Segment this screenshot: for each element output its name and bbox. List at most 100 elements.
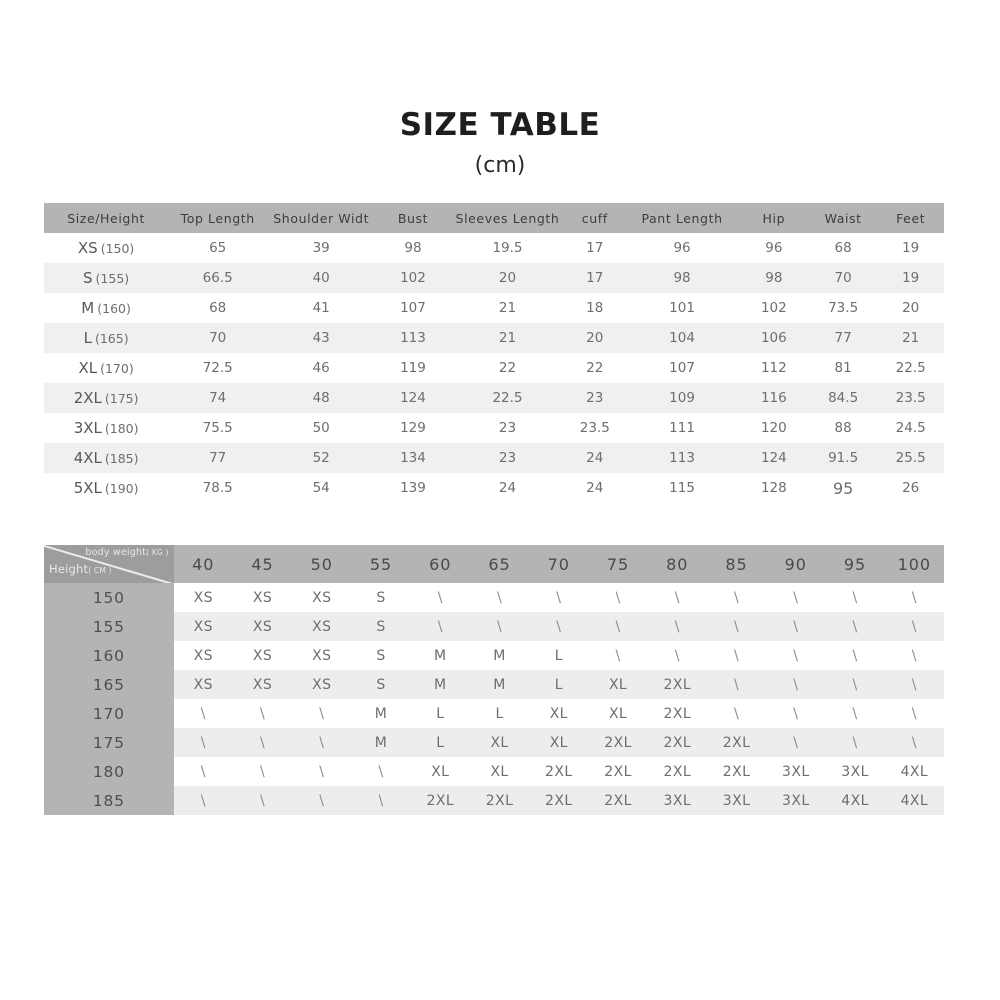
cell-size-height: 2XL (175): [44, 383, 169, 413]
height-axis-unit: ( CM ): [88, 566, 112, 575]
cell-measurement: 70: [168, 323, 268, 353]
cell-not-available: \: [884, 612, 944, 641]
cell-measurement: 102: [375, 263, 451, 293]
cell-measurement: 106: [738, 323, 809, 353]
cell-recommended-size: XL: [469, 757, 530, 786]
cell-recommended-size: XS: [292, 641, 352, 670]
cell-recommended-size: XS: [173, 612, 233, 641]
height-label: (170): [100, 361, 134, 376]
cell-recommended-size: XL: [410, 757, 470, 786]
cell-measurement: 17: [564, 263, 626, 293]
cell-measurement: 96: [738, 233, 809, 263]
cell-recommended-size: XS: [232, 612, 293, 641]
cell-measurement: 78.5: [168, 473, 268, 503]
cell-recommended-size: XL: [529, 728, 589, 757]
cell-measurement: 98: [738, 263, 809, 293]
row-header-height: 170: [44, 699, 174, 728]
cell-measurement: 73.5: [808, 293, 878, 323]
cell-recommended-size: XL: [529, 699, 589, 728]
cell-not-available: \: [825, 641, 885, 670]
cell-not-available: \: [884, 583, 944, 612]
cell-not-available: \: [825, 699, 885, 728]
cell-measurement: 54: [267, 473, 376, 503]
cell-not-available: \: [766, 583, 826, 612]
cell-recommended-size: XS: [173, 670, 233, 699]
size-label: XL: [78, 359, 98, 377]
size-label: M: [81, 299, 95, 317]
size-label: 4XL: [73, 449, 102, 467]
cell-recommended-size: M: [469, 670, 530, 699]
col-header-weight: 60: [410, 545, 470, 583]
height-label: (160): [97, 301, 131, 316]
cell-not-available: \: [410, 612, 470, 641]
cell-recommended-size: 4XL: [884, 757, 944, 786]
col-header-weight: 80: [647, 545, 707, 583]
cell-measurement: 113: [375, 323, 451, 353]
col-header-size-height: Size/Height: [44, 203, 169, 233]
table-row: 175 \ \ \ M L XL XL 2XL 2XL 2XL \ \ \: [44, 728, 944, 757]
cell-not-available: \: [588, 612, 648, 641]
recommendation-table-wrap: body weight( KG ) Height( CM ) 40 45 50 55 6…: [44, 545, 944, 815]
cell-measurement: 111: [625, 413, 739, 443]
table-row: 170 \ \ \ M L L XL XL 2XL \ \ \ \: [44, 699, 944, 728]
cell-not-available: \: [647, 641, 707, 670]
cell-measurement: 95: [808, 473, 878, 503]
col-header-weight: 55: [351, 545, 411, 583]
size-measurement-table: Size/Height Top Length Shoulder Widt Bus…: [44, 203, 944, 503]
cell-measurement: 116: [738, 383, 809, 413]
cell-not-available: \: [232, 728, 293, 757]
table-row: 150 XS XS XS S \ \ \ \ \ \ \ \ \: [44, 583, 944, 612]
cell-measurement: 104: [625, 323, 739, 353]
row-header-height: 155: [44, 612, 174, 641]
cell-not-available: \: [766, 670, 826, 699]
cell-recommended-size: S: [351, 641, 411, 670]
size-label: 2XL: [73, 389, 102, 407]
weight-axis-text: body weight: [85, 547, 147, 558]
table-row: XL (170) 72.5 46 119 22 22 107 112 81 22.5: [44, 353, 944, 383]
cell-not-available: \: [173, 699, 233, 728]
cell-not-available: \: [706, 699, 767, 728]
cell-recommended-size: 3XL: [766, 786, 826, 815]
cell-not-available: \: [173, 786, 233, 815]
cell-measurement: 70: [808, 263, 878, 293]
cell-measurement: 124: [738, 443, 809, 473]
cell-not-available: \: [232, 786, 293, 815]
cell-not-available: \: [766, 612, 826, 641]
table-row: 155 XS XS XS S \ \ \ \ \ \ \ \ \: [44, 612, 944, 641]
cell-not-available: \: [469, 583, 530, 612]
cell-measurement: 101: [625, 293, 739, 323]
row-header-height: 185: [44, 786, 174, 815]
cell-measurement: 128: [738, 473, 809, 503]
cell-recommended-size: 2XL: [588, 786, 648, 815]
cell-measurement: 107: [625, 353, 739, 383]
col-header-weight: 85: [706, 545, 767, 583]
table-row: S (155) 66.5 40 102 20 17 98 98 70 19: [44, 263, 944, 293]
cell-recommended-size: XS: [232, 670, 293, 699]
height-label: (150): [100, 241, 135, 256]
cell-size-height: S (155): [44, 263, 169, 293]
cell-recommended-size: XL: [469, 728, 530, 757]
cell-size-height: M (160): [44, 293, 169, 323]
col-header-waist: Waist: [808, 203, 878, 233]
row-header-height: 165: [44, 670, 174, 699]
axis-corner-cell: body weight( KG ) Height( CM ): [44, 545, 174, 583]
cell-not-available: \: [469, 612, 530, 641]
cell-size-height: 5XL (190): [44, 473, 169, 503]
cell-measurement: 40: [267, 263, 376, 293]
col-header-top-length: Top Length: [168, 203, 268, 233]
cell-measurement: 24: [564, 473, 626, 503]
cell-recommended-size: 3XL: [766, 757, 826, 786]
cell-size-height: L (165): [44, 323, 169, 353]
table-row: XS (150) 65 39 98 19.5 17 96 96 68 19: [44, 233, 944, 263]
cell-not-available: \: [529, 583, 589, 612]
cell-measurement: 120: [738, 413, 809, 443]
cell-recommended-size: 3XL: [647, 786, 707, 815]
cell-measurement: 81: [808, 353, 878, 383]
cell-measurement: 74: [168, 383, 268, 413]
cell-measurement: 109: [625, 383, 739, 413]
table-row: M (160) 68 41 107 21 18 101 102 73.5 20: [44, 293, 944, 323]
cell-recommended-size: 2XL: [588, 757, 648, 786]
cell-not-available: \: [292, 757, 352, 786]
cell-recommended-size: L: [469, 699, 530, 728]
cell-measurement: 52: [267, 443, 376, 473]
